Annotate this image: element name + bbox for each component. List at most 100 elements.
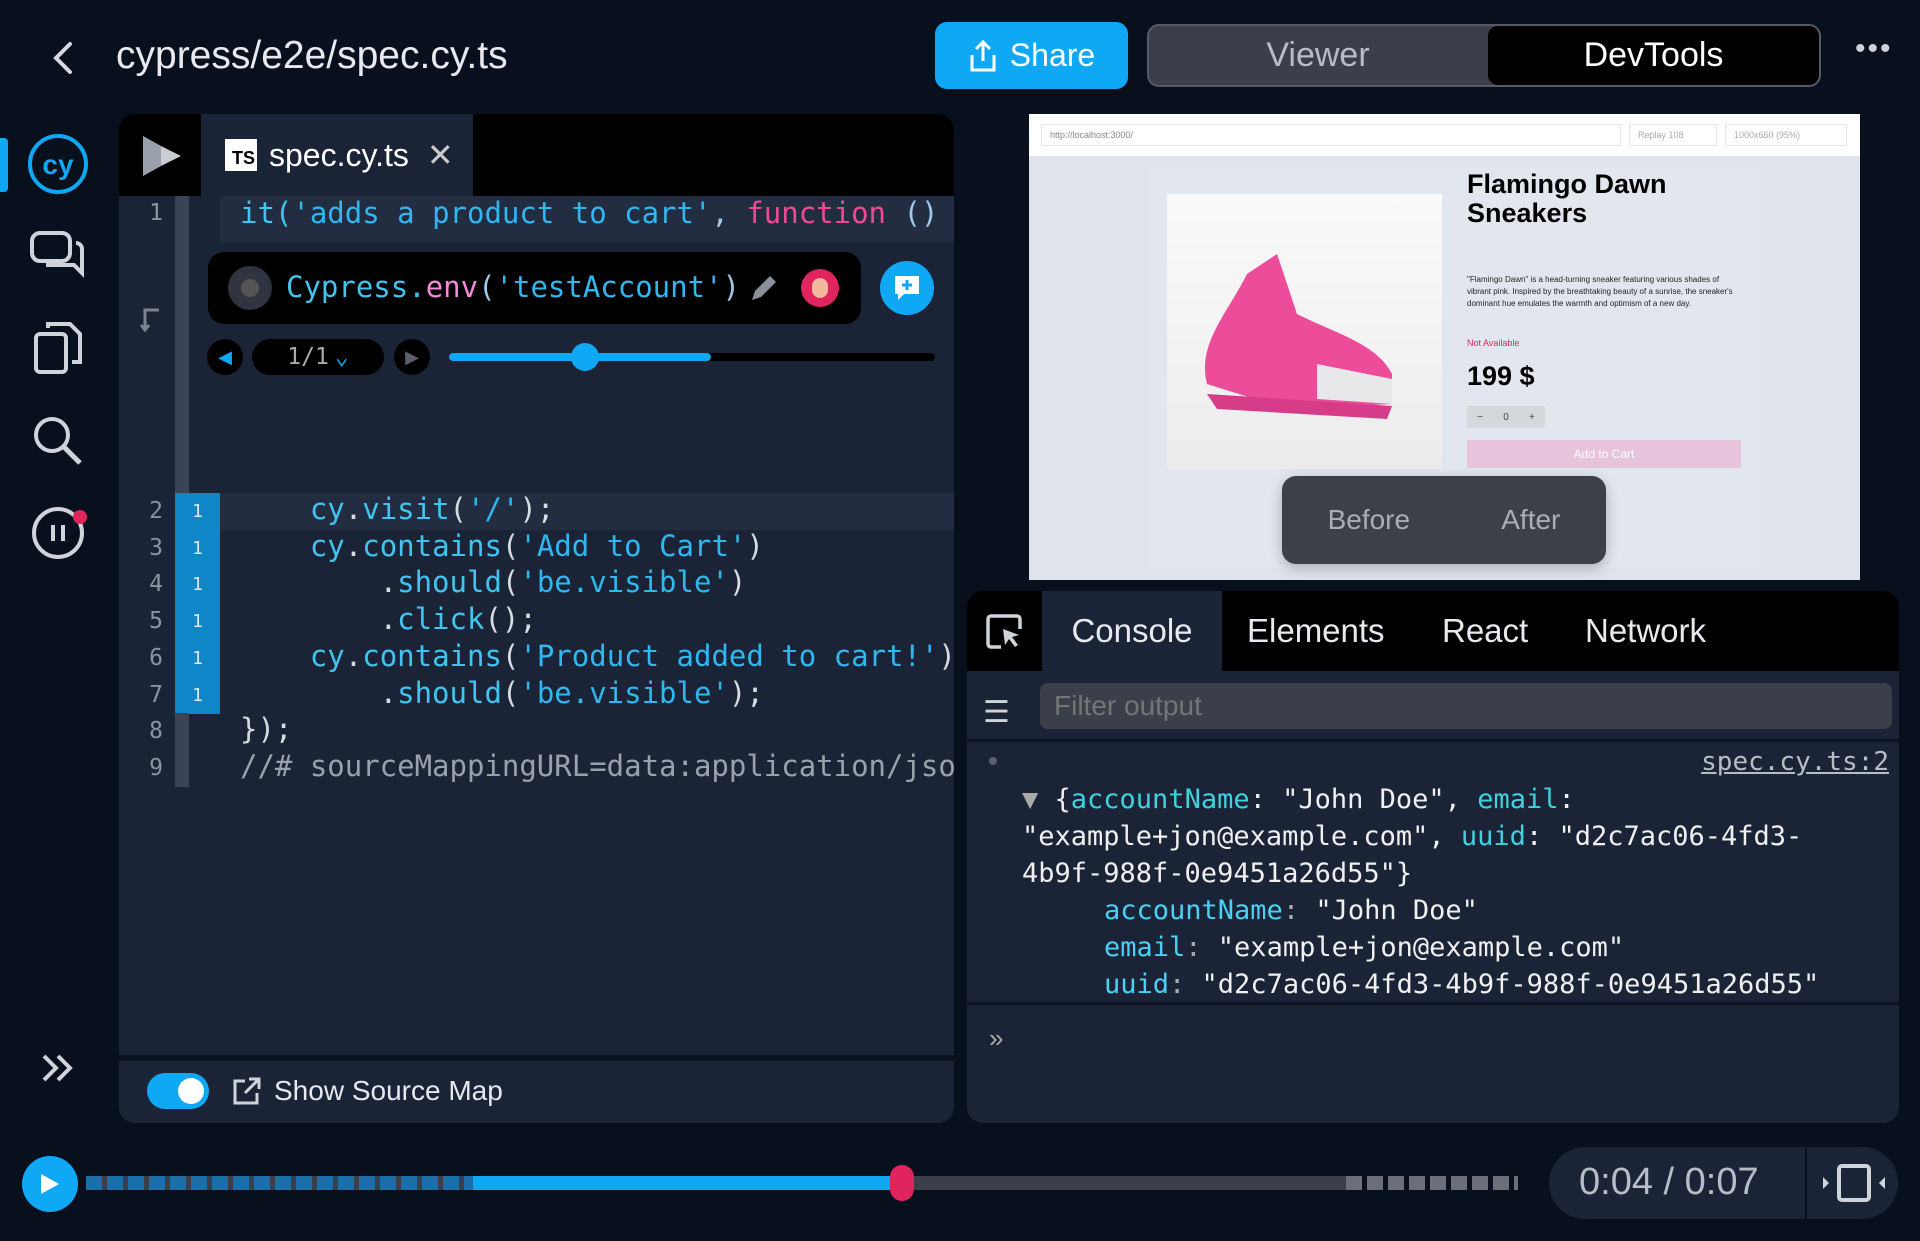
files-icon[interactable] <box>26 316 90 380</box>
record-icon[interactable] <box>228 266 272 310</box>
avatar[interactable] <box>801 269 839 307</box>
chevrons-right-icon[interactable] <box>26 1036 90 1100</box>
expand-triangle-icon[interactable]: ▼ <box>1022 784 1055 815</box>
time-readout: 0:04 / 0:07 <box>1579 1161 1759 1203</box>
external-link-icon[interactable] <box>231 1075 263 1107</box>
return-arrow-icon <box>139 308 159 333</box>
code-editor-panel: TS spec.cy.ts ✕ 1 it('adds a product to … <box>119 114 954 1123</box>
hit-count: 1 <box>175 639 220 677</box>
tab-network[interactable]: Network <box>1585 591 1706 671</box>
code-line: .should('be.visible') <box>240 565 747 600</box>
search-icon[interactable] <box>26 409 90 473</box>
pencil-icon[interactable] <box>748 272 778 304</box>
line-number: 7 <box>149 681 163 708</box>
tab-react[interactable]: React <box>1442 591 1528 671</box>
line-number: 1 <box>149 200 163 226</box>
replay-dropdown[interactable]: Replay 108 <box>1629 124 1717 146</box>
source-map-toggle[interactable] <box>147 1073 209 1109</box>
add-to-cart-button[interactable]: Add to Cart <box>1467 440 1741 468</box>
page-title: cypress/e2e/spec.cy.ts <box>116 34 508 77</box>
url-bar[interactable]: http://localhost:3000/ <box>1041 124 1621 146</box>
fullscreen-icon[interactable] <box>1819 1163 1889 1203</box>
devtools-panel: Console Elements React Network ☰ spec.cy… <box>967 591 1899 1123</box>
gutter-bar <box>175 749 189 787</box>
timeline-progress <box>472 1176 903 1190</box>
property-row: accountName: "John Doe" <box>1104 895 1478 926</box>
hit-count: 1 <box>175 493 220 530</box>
after-button[interactable]: After <box>1501 504 1560 536</box>
tab-spec-cy-ts[interactable]: TS spec.cy.ts ✕ <box>201 114 473 196</box>
property-row: email: "example+jon@example.com" <box>1104 932 1625 963</box>
inspect-element-icon[interactable] <box>985 613 1025 653</box>
quantity-stepper[interactable]: −0 + <box>1467 406 1545 428</box>
code-line: //# sourceMappingURL=data:application/js… <box>240 748 954 783</box>
svg-text:cy: cy <box>42 149 74 180</box>
show-source-map-label: Show Source Map <box>274 1075 503 1106</box>
console-object-properties: accountName: "John Doe" email: "example+j… <box>1104 892 1819 1003</box>
sidebar-active-indicator <box>0 138 8 192</box>
more-horizontal-icon[interactable]: ••• <box>1855 32 1893 66</box>
code-line: }); <box>240 712 293 747</box>
before-button[interactable]: Before <box>1328 504 1411 536</box>
property-row: uuid: "d2c7ac06-4fd3-4b9f-988f-0e9451a26… <box>1104 969 1820 1000</box>
prev-log-button[interactable]: ◀ <box>207 339 243 375</box>
console-prompt[interactable]: » <box>989 1023 1003 1054</box>
editor-tab-bar: TS spec.cy.ts ✕ <box>119 114 954 196</box>
log-slider[interactable] <box>449 343 935 371</box>
comments-icon[interactable] <box>26 223 90 287</box>
timeline-segment-after <box>1346 1176 1518 1190</box>
product-price: 199 $ <box>1467 361 1535 391</box>
increment-button[interactable]: + <box>1529 412 1535 423</box>
timeline-thumb[interactable] <box>890 1165 915 1201</box>
log-counter-dropdown[interactable]: 1/1 ⌄ <box>252 339 384 375</box>
line-number: 5 <box>149 608 163 635</box>
decrement-button[interactable]: − <box>1477 412 1483 423</box>
viewport-dropdown[interactable]: 1000x660 (95%) <box>1725 124 1847 146</box>
pause-replay-icon[interactable] <box>26 499 90 563</box>
product-description: "Flamingo Dawn" is a head-turning sneake… <box>1467 275 1733 308</box>
play-button[interactable] <box>22 1156 78 1212</box>
close-icon[interactable]: ✕ <box>427 136 454 174</box>
devtools-option[interactable]: DevTools <box>1488 26 1819 85</box>
time-display: 0:04 / 0:07 <box>1549 1147 1898 1219</box>
comment-plus-icon <box>895 276 919 300</box>
share-icon <box>970 39 996 71</box>
divider <box>1805 1147 1807 1219</box>
line-number: 3 <box>149 534 163 561</box>
tab-elements[interactable]: Elements <box>1247 591 1385 671</box>
view-toggle: Viewer DevTools <box>1147 24 1821 87</box>
typescript-icon: TS <box>225 139 257 171</box>
timeline-scrubber[interactable] <box>86 1165 1518 1201</box>
product-image <box>1167 194 1442 469</box>
product-title: Flamingo Dawn Sneakers <box>1467 169 1667 228</box>
share-label: Share <box>1009 37 1096 73</box>
app-preview: http://localhost:3000/ Replay 108 1000x6… <box>1029 114 1860 580</box>
next-log-button[interactable]: ▶ <box>394 339 430 375</box>
run-icon[interactable] <box>141 134 183 178</box>
availability-status: Not Available <box>1467 338 1520 348</box>
preview-toolbar: http://localhost:3000/ Replay 108 1000x6… <box>1029 114 1860 156</box>
menu-icon[interactable]: ☰ <box>983 695 1010 730</box>
divider <box>967 739 1899 742</box>
hit-count: 1 <box>175 529 220 567</box>
divider <box>967 1002 1899 1005</box>
viewer-option[interactable]: Viewer <box>1149 26 1487 85</box>
cypress-logo-icon[interactable]: cy <box>26 132 90 196</box>
tab-console[interactable]: Console <box>1042 591 1222 671</box>
editor-footer: Show Source Map <box>119 1055 954 1123</box>
code-line: cy.contains('Add to Cart') <box>309 528 764 563</box>
code-line: cy.visit('/'); <box>309 492 555 526</box>
filter-output-input[interactable] <box>1040 683 1892 729</box>
hit-count: 1 <box>175 566 220 604</box>
back-chevron-icon[interactable] <box>44 38 84 78</box>
source-link[interactable]: spec.cy.ts:2 <box>1701 747 1889 777</box>
play-icon <box>41 1174 59 1194</box>
add-comment-button[interactable] <box>880 261 934 315</box>
line-number: 9 <box>149 754 163 781</box>
share-button[interactable]: Share <box>935 22 1128 89</box>
code-line: .click(); <box>240 602 537 637</box>
console-object[interactable]: ▼ {accountName: "John Doe", email: "exam… <box>1022 781 1802 892</box>
log-dot-icon <box>989 757 997 765</box>
log-expression: Cypress.env('testAccount') <box>286 270 740 304</box>
slider-thumb[interactable] <box>571 343 600 371</box>
